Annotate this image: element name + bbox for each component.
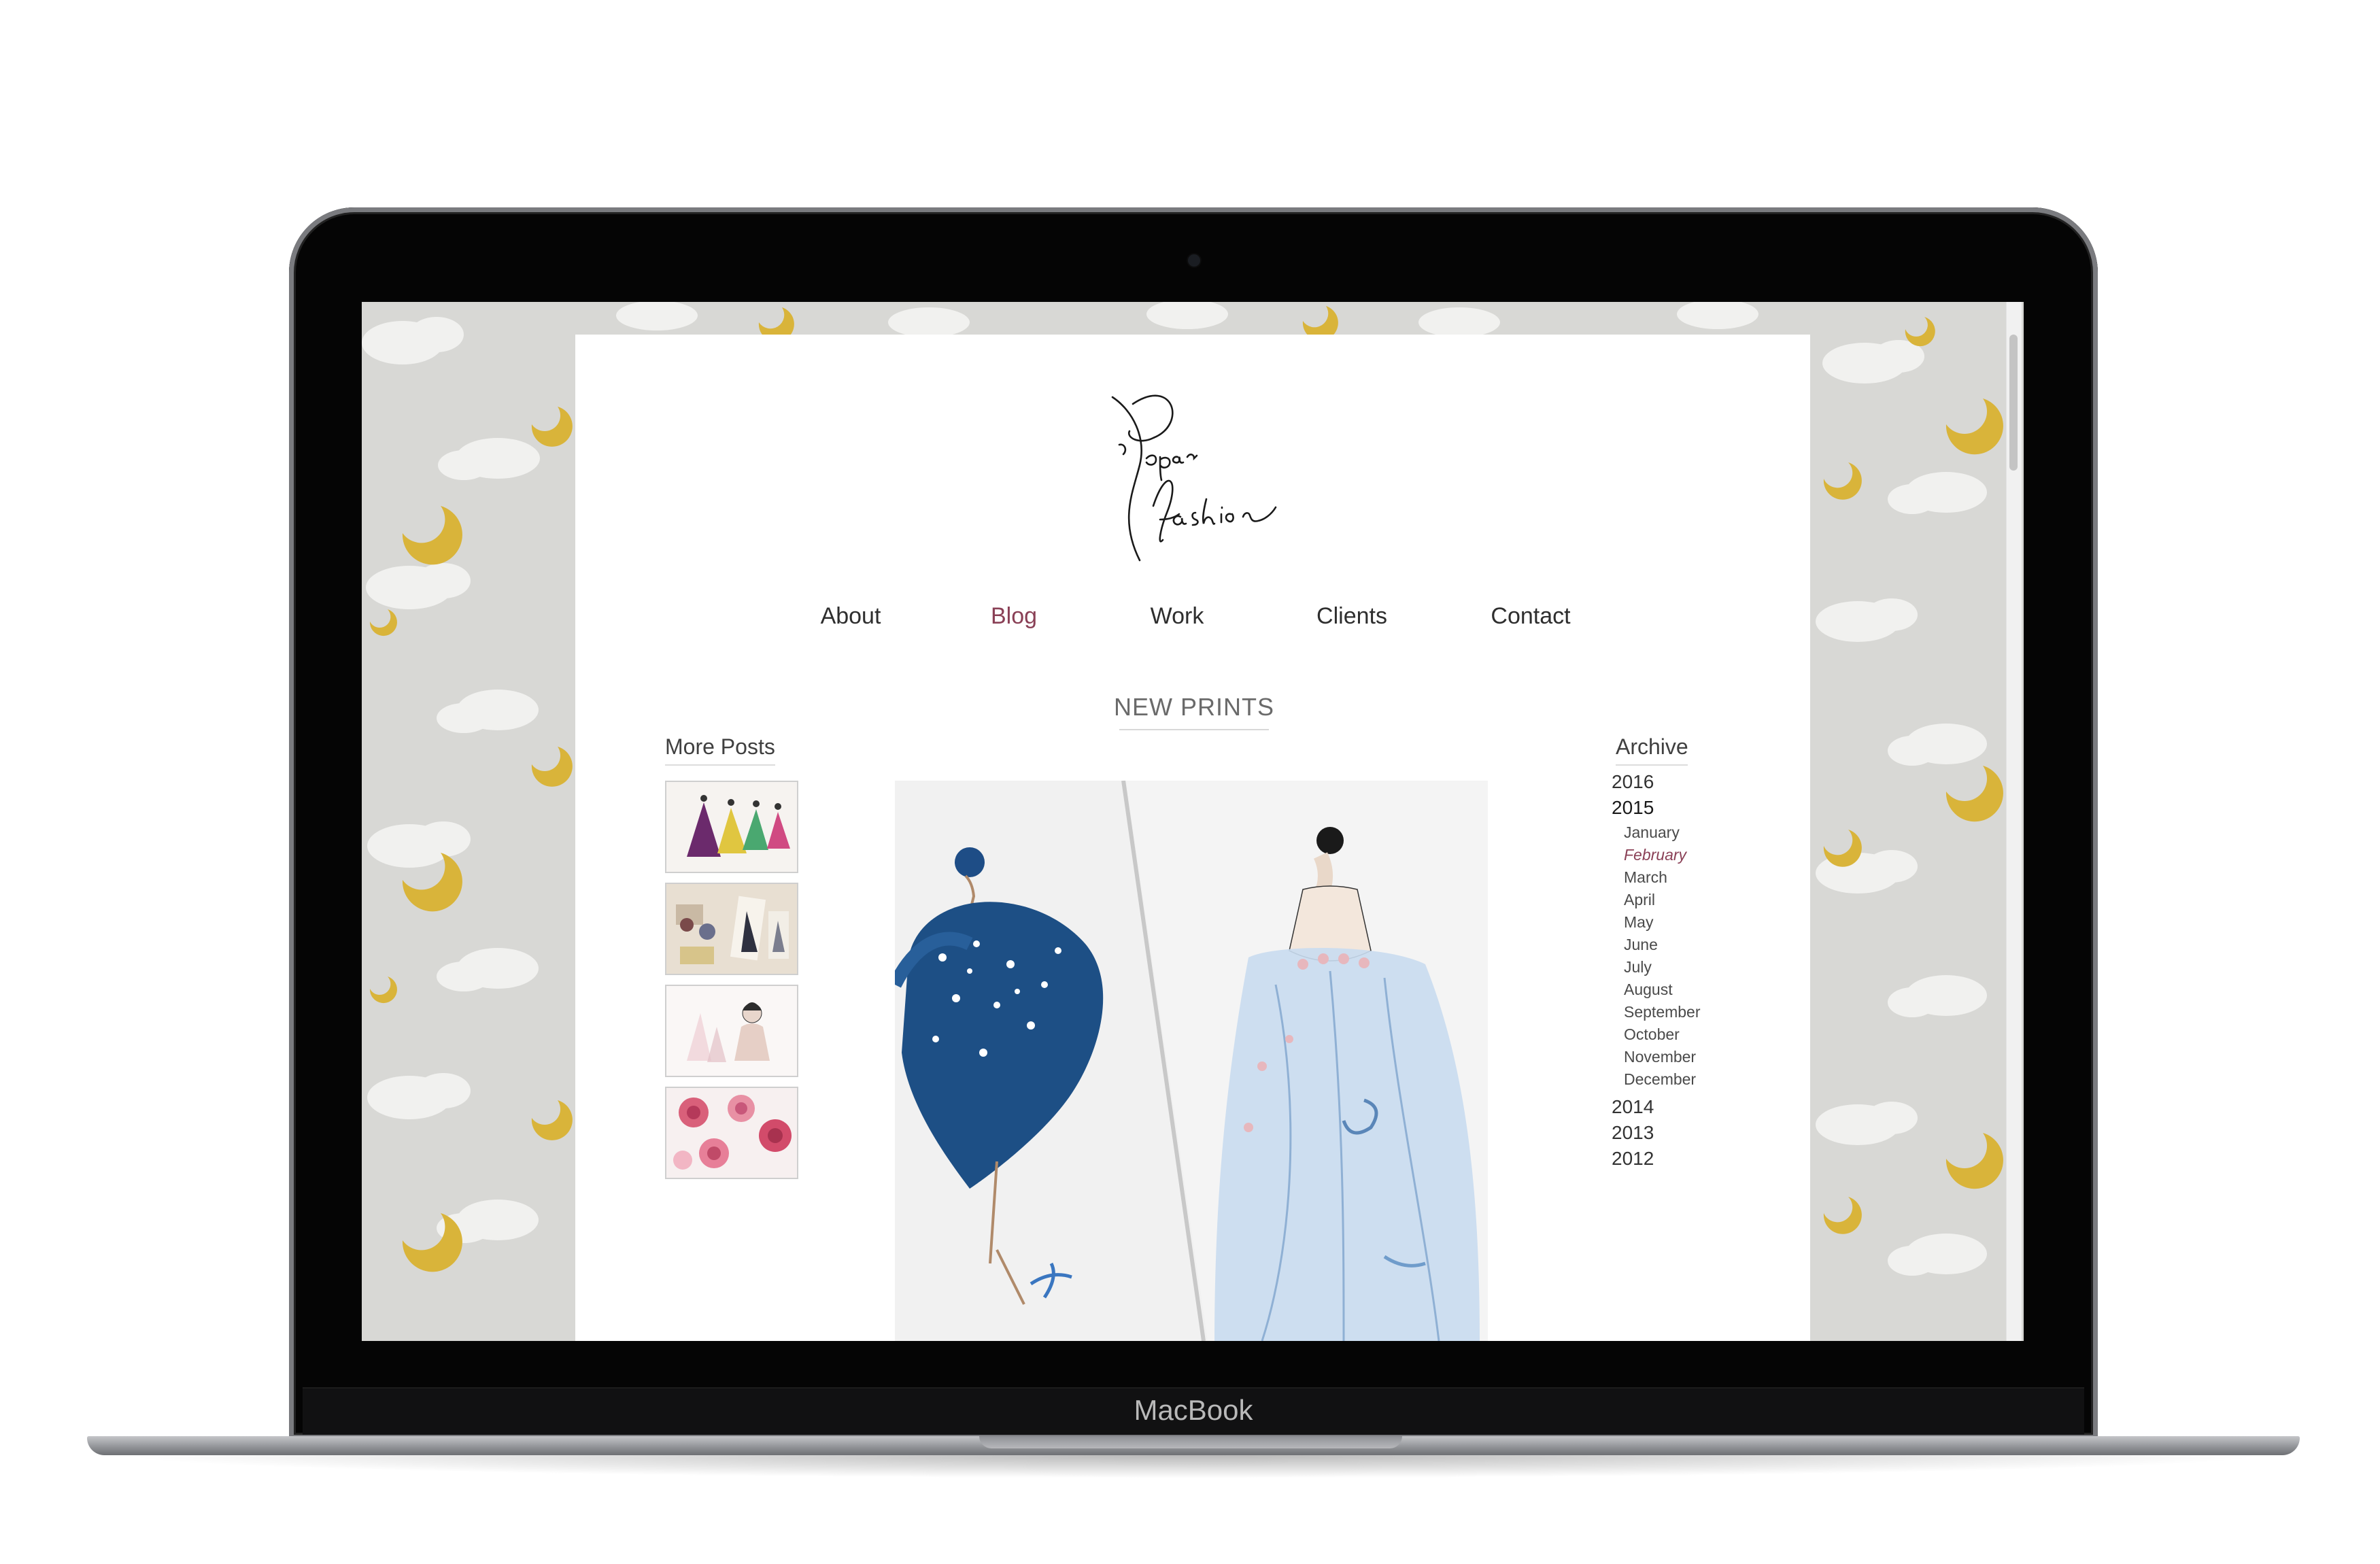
website-page: About Blog Work Clients Contact NEW PRIN… bbox=[575, 335, 1810, 1341]
post-title: NEW PRINTS bbox=[1113, 693, 1274, 721]
wallpaper-left bbox=[362, 302, 575, 1341]
nav-clients[interactable]: Clients bbox=[1297, 596, 1406, 636]
nav-contact[interactable]: Contact bbox=[1473, 596, 1588, 636]
archive-month-october[interactable]: October bbox=[1624, 1023, 1680, 1045]
archive-month-june[interactable]: June bbox=[1624, 934, 1658, 955]
laptop-base-notch bbox=[979, 1436, 1402, 1448]
archive-year-2013[interactable]: 2013 bbox=[1612, 1121, 1654, 1145]
nav-about[interactable]: About bbox=[800, 596, 902, 636]
archive-month-february[interactable]: February bbox=[1624, 844, 1686, 866]
archive-month-november[interactable]: November bbox=[1624, 1046, 1696, 1068]
wallpaper-top bbox=[575, 302, 1810, 335]
stage: About Blog Work Clients Contact NEW PRIN… bbox=[0, 0, 2380, 1564]
cloud-moon-pattern-top bbox=[616, 302, 1758, 335]
archive-month-july[interactable]: July bbox=[1624, 956, 1652, 978]
roses-watercolor-thumbnail[interactable] bbox=[665, 1087, 798, 1179]
cloud-moon-pattern-right bbox=[1816, 317, 2003, 1276]
post-main-image[interactable] bbox=[895, 781, 1488, 1341]
webcam-icon bbox=[1188, 254, 1200, 267]
wallpaper-right bbox=[1810, 302, 2024, 1341]
archive-heading: Archive bbox=[1616, 734, 1688, 759]
archive-month-december[interactable]: December bbox=[1624, 1068, 1696, 1090]
post-title-underline bbox=[1119, 729, 1269, 730]
archive-month-september[interactable]: September bbox=[1624, 1001, 1701, 1023]
more-posts-underline bbox=[665, 764, 775, 766]
laptop-shadow bbox=[116, 1455, 2271, 1478]
laptop-brand-label: MacBook bbox=[1134, 1394, 1253, 1426]
more-posts-heading: More Posts bbox=[665, 734, 775, 759]
archive-month-august[interactable]: August bbox=[1624, 979, 1673, 1000]
scrollbar-thumb[interactable] bbox=[2009, 335, 2018, 471]
archive-month-may[interactable]: May bbox=[1624, 911, 1653, 933]
archive-month-april[interactable]: April bbox=[1624, 889, 1655, 911]
archive-month-january[interactable]: January bbox=[1624, 821, 1680, 843]
cloud-moon-pattern-left bbox=[362, 317, 573, 1272]
archive-year-2016[interactable]: 2016 bbox=[1612, 770, 1654, 794]
browser-viewport: About Blog Work Clients Contact NEW PRIN… bbox=[362, 302, 2024, 1341]
nav-blog[interactable]: Blog bbox=[970, 596, 1058, 636]
paper-fashion-logo[interactable] bbox=[1092, 384, 1296, 588]
dress-sketches-thumbnail[interactable] bbox=[665, 781, 798, 873]
archive-year-2014[interactable]: 2014 bbox=[1612, 1095, 1654, 1119]
archive-underline bbox=[1616, 764, 1688, 766]
nav-work[interactable]: Work bbox=[1133, 596, 1221, 636]
archive-year-2012[interactable]: 2012 bbox=[1612, 1146, 1654, 1171]
illustration-portrait-thumbnail[interactable] bbox=[665, 985, 798, 1077]
archive-month-march[interactable]: March bbox=[1624, 866, 1667, 888]
craft-supplies-thumbnail[interactable] bbox=[665, 883, 798, 975]
archive-year-2015[interactable]: 2015 bbox=[1612, 796, 1654, 820]
